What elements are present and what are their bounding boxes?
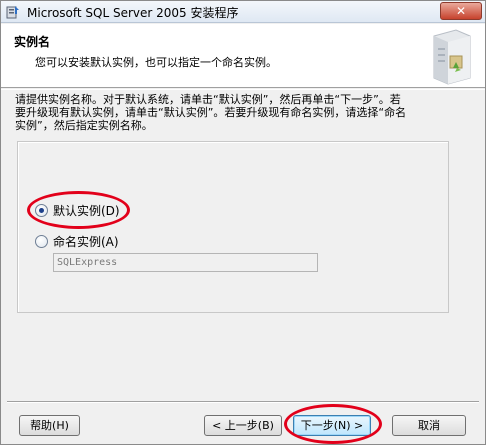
help-button[interactable]: 帮助(H) [19, 415, 80, 436]
instructions-line: 要升级现有默认实例，请单击“默认实例”。若要升级现有命名实例，请选择“命名 [15, 106, 407, 119]
instructions-line: 请提供实例名称。对于默认系统，请单击“默认实例”，然后再单击“下一步”。若 [15, 93, 401, 106]
page-title: 实例名 [14, 35, 51, 49]
back-button[interactable]: < 上一步(B) [204, 415, 282, 436]
page-subtitle: 您可以安装默认实例，也可以指定一个命名实例。 [35, 56, 277, 69]
instructions-text: 请提供实例名称。对于默认系统，请单击“默认实例”，然后再单击“下一步”。若 要升… [15, 93, 477, 132]
named-instance-radio[interactable] [35, 234, 48, 248]
close-icon: ✕ [455, 4, 467, 18]
cancel-button[interactable]: 取消 [392, 415, 466, 436]
title-bar[interactable]: Microsoft SQL Server 2005 安装程序 ✕ [1, 1, 485, 23]
server-box-icon [433, 29, 471, 85]
header-divider [1, 89, 485, 90]
highlight-circle-next-button [284, 404, 382, 444]
instructions-line: 实例”，然后指定实例名称。 [15, 119, 153, 132]
highlight-circle-default-instance [27, 191, 130, 229]
footer-divider [7, 401, 479, 403]
close-button[interactable]: ✕ [440, 2, 482, 20]
setup-icon [6, 6, 19, 19]
window-title: Microsoft SQL Server 2005 安装程序 [27, 6, 239, 20]
setup-window: Microsoft SQL Server 2005 安装程序 ✕ 实例名 您可以… [0, 0, 486, 445]
wizard-header: 实例名 您可以安装默认实例，也可以指定一个命名实例。 [1, 24, 485, 88]
named-instance-option[interactable]: 命名实例(A) [35, 233, 119, 249]
named-instance-label: 命名实例(A) [53, 234, 119, 249]
instance-name-field: SQLExpress [53, 253, 318, 272]
